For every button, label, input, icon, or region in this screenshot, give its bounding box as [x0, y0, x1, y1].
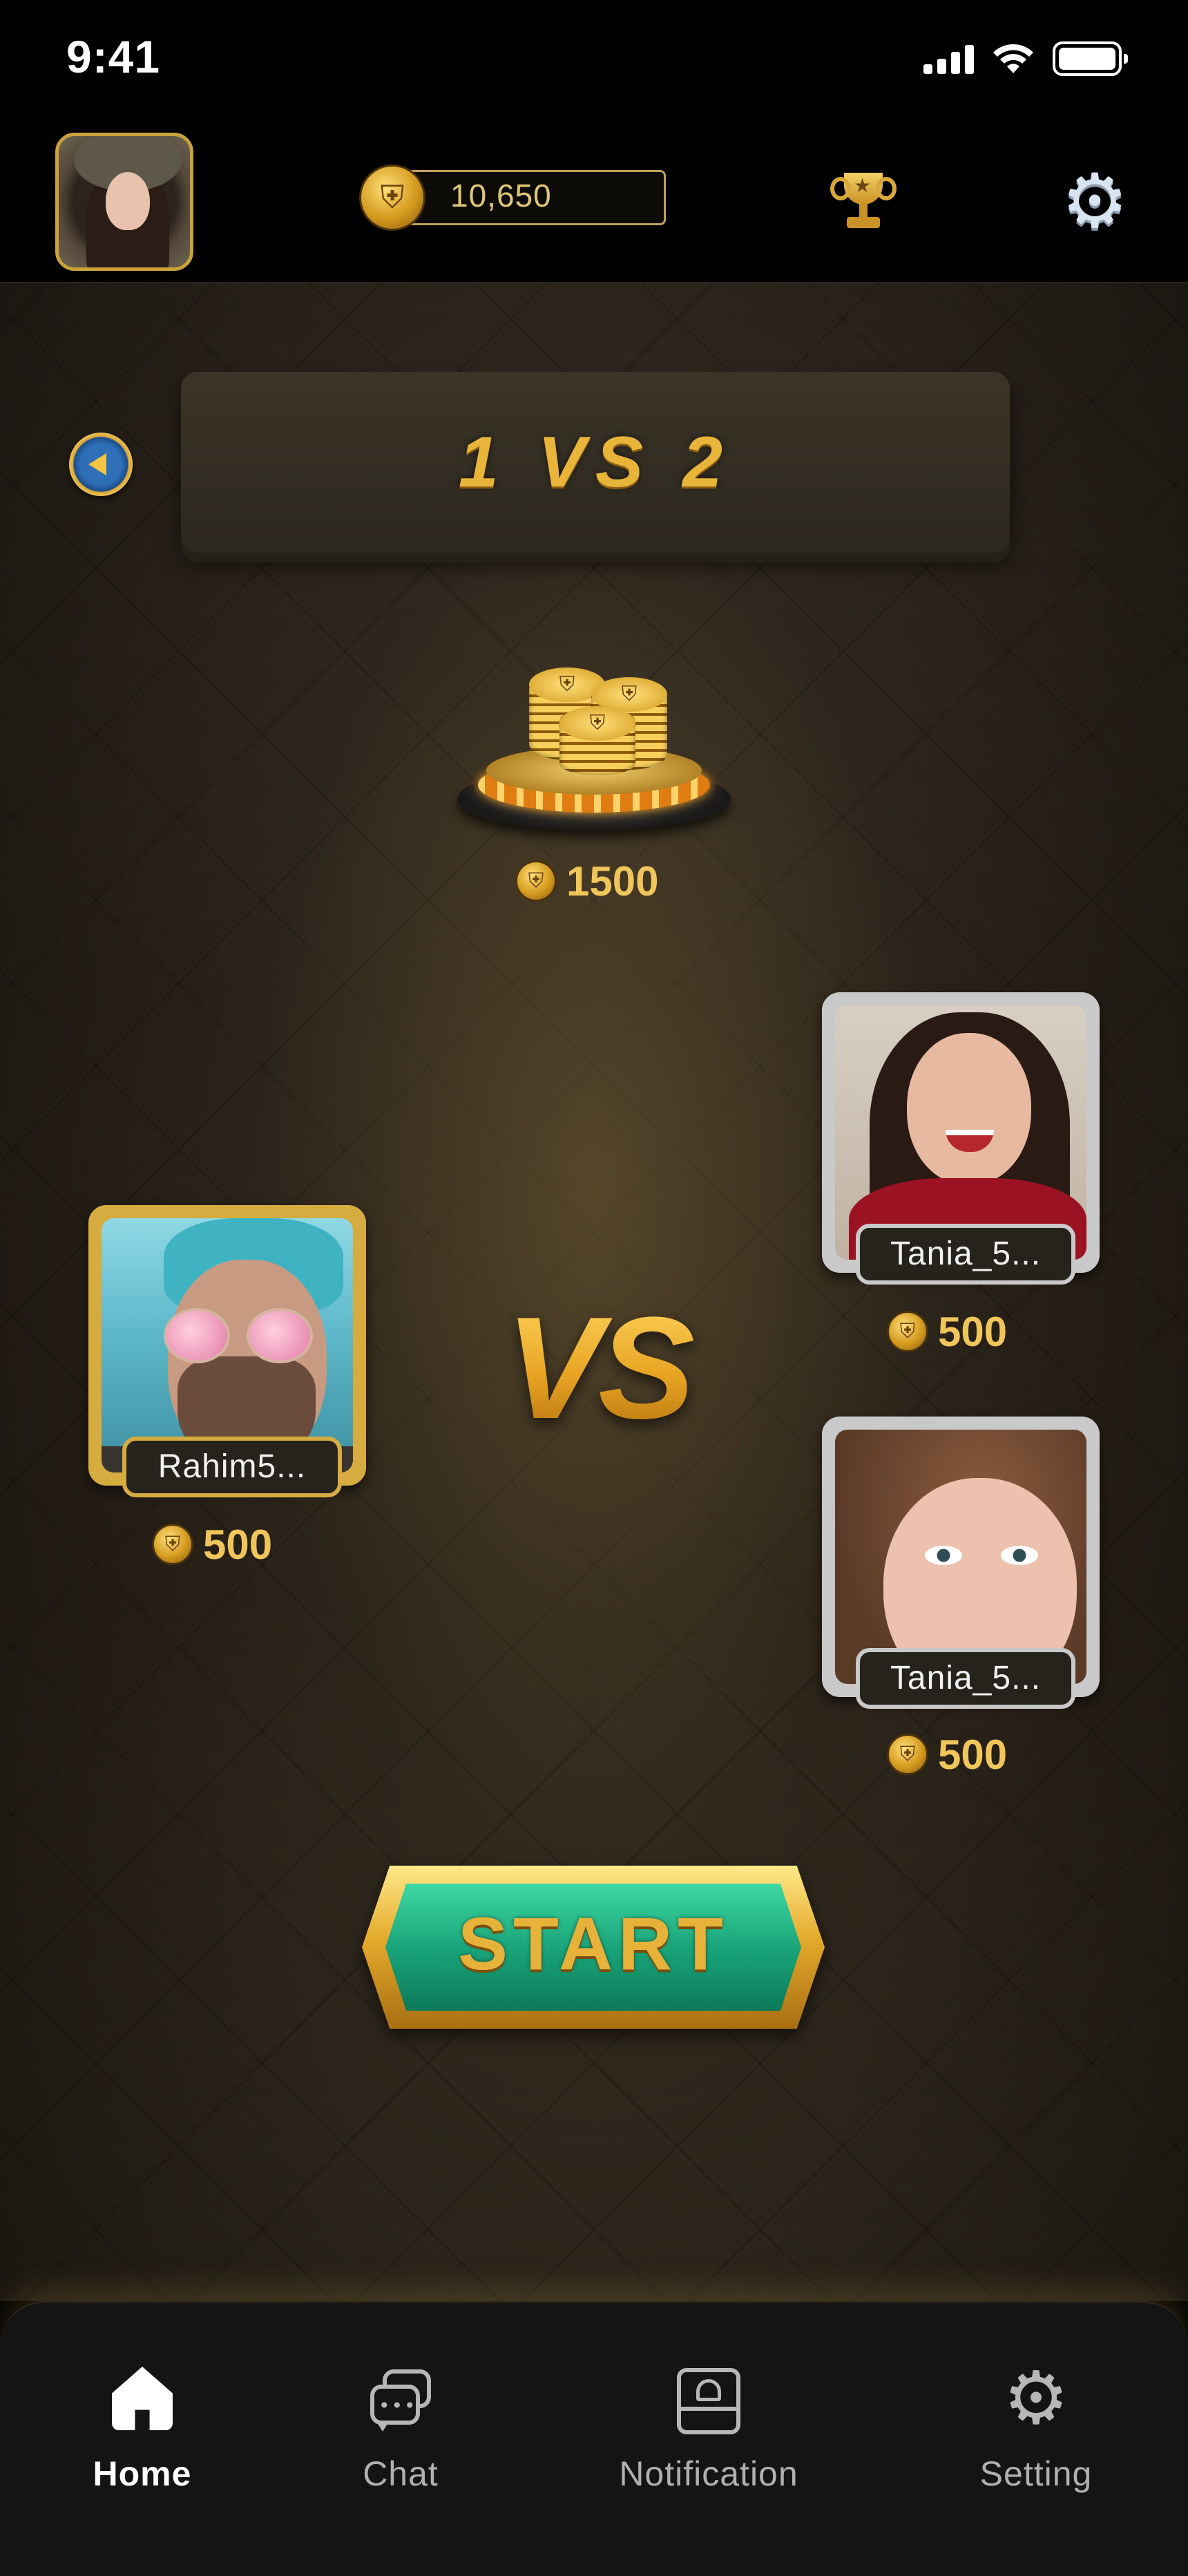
match-title-plate: 1 VS 2: [181, 372, 1010, 553]
status-time: 9:41: [66, 31, 161, 82]
player-card-tania-1[interactable]: Tania_5...: [822, 992, 1100, 1285]
coin-icon: [887, 1311, 928, 1352]
coin-icon: [152, 1524, 193, 1565]
chat-icon: •••: [366, 2367, 435, 2436]
player-name: Rahim5...: [122, 1437, 342, 1497]
coin-balance-value: 10,650: [450, 178, 552, 214]
user-avatar[interactable]: [55, 133, 193, 271]
player-avatar: [835, 1005, 1086, 1260]
coin-icon: [359, 164, 425, 231]
player-name: Tania_5...: [856, 1648, 1075, 1709]
match-title: 1 VS 2: [458, 422, 733, 502]
start-button[interactable]: START: [362, 1866, 825, 2029]
bottom-nav: Home ••• Chat Notification ⚙ Setting: [0, 2301, 1188, 2576]
player-avatar: [835, 1430, 1086, 1684]
pot-amount-value: 1500: [566, 858, 659, 905]
nav-item-label: Notification: [619, 2454, 798, 2493]
gear-icon[interactable]: ⚙: [1058, 164, 1131, 240]
back-button[interactable]: [69, 433, 133, 496]
player-card-rahim[interactable]: Rahim5...: [88, 1205, 366, 1497]
game-lobby: 1 VS 2 1500 Rahim5... 500: [0, 283, 1188, 2301]
trophy-icon[interactable]: ★: [830, 173, 897, 232]
pot-amount: 1500: [515, 857, 658, 905]
status-icons: [923, 41, 1128, 76]
player-name: Tania_5...: [856, 1224, 1075, 1285]
player-bet-value: 500: [938, 1731, 1008, 1778]
player-bet-tania-2: 500: [887, 1730, 1007, 1779]
notification-icon: [674, 2367, 743, 2436]
nav-item-label: Setting: [979, 2454, 1093, 2493]
home-icon: [108, 2367, 177, 2436]
start-button-label: START: [458, 1902, 729, 1985]
status-bar: 9:41: [0, 0, 1188, 124]
nav-item-setting[interactable]: ⚙ Setting: [932, 2356, 1140, 2526]
wifi-icon: [993, 44, 1033, 73]
nav-item-label: Home: [93, 2454, 192, 2493]
player-bet-value: 500: [938, 1308, 1008, 1355]
coin-icon: [515, 860, 557, 902]
cellular-signal-icon: [923, 44, 974, 74]
back-arrow-icon: [88, 453, 106, 475]
coin-balance: 10,650: [359, 164, 666, 231]
nav-item-chat[interactable]: ••• Chat: [297, 2367, 504, 2526]
coin-icon: [887, 1734, 928, 1775]
nav-item-notification[interactable]: Notification: [605, 2367, 812, 2526]
top-header: 10,650 ★ ⚙: [0, 124, 1188, 283]
battery-icon: [1053, 41, 1128, 76]
player-bet-value: 500: [203, 1521, 273, 1568]
player-avatar: [102, 1218, 353, 1472]
nav-item-label: Chat: [363, 2454, 439, 2493]
player-bet-tania-1: 500: [887, 1307, 1007, 1356]
player-card-tania-2[interactable]: Tania_5...: [822, 1417, 1100, 1709]
coin-pot-icon: [453, 650, 735, 836]
nav-item-home[interactable]: Home: [39, 2367, 246, 2526]
player-bet-rahim: 500: [152, 1520, 272, 1569]
setting-icon: ⚙: [1003, 2356, 1069, 2441]
vs-label: VS: [474, 1292, 722, 1444]
